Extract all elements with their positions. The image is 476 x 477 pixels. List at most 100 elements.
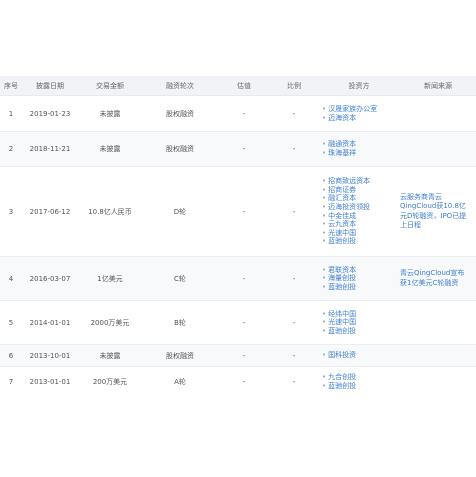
cell-amount: 200万美元 [78, 366, 142, 397]
cell-amount: 未披露 [78, 344, 142, 367]
news-link[interactable]: 青云QingCloud宣布获1亿美元C轮融资 [400, 269, 476, 288]
top-blank-area [0, 0, 476, 76]
investor-item: • 蓝驰创投 [322, 327, 400, 336]
investor-item: • 招商致远资本 [322, 177, 400, 186]
investor-list: • 融通资本 • 珠海基祥 [318, 140, 400, 157]
funding-history-table: 序号 披露日期 交易金额 融资轮次 估值 比例 投资方 新闻来源 1 2019-0… [0, 76, 476, 397]
bottom-blank-area [0, 395, 476, 477]
cell-news [400, 366, 476, 397]
bullet-icon: • [322, 177, 327, 186]
cell-ratio: - [270, 300, 318, 345]
table-row: 1 2019-01-23 未披露 股权融资 - - • 汉晟家族办公室 • 迈海资本 [0, 95, 476, 132]
investor-link[interactable]: 光速中国 [328, 229, 356, 237]
bullet-icon: • [322, 211, 327, 220]
cell-ratio: - [270, 366, 318, 397]
cell-index: 2 [0, 131, 22, 167]
investor-link[interactable]: 蓝驰创投 [328, 382, 356, 390]
news-link[interactable]: 云服务商青云QingCloud获10.8亿元D轮融资，IPO已提上日程 [400, 193, 476, 231]
bullet-icon: • [322, 372, 327, 381]
cell-news: 青云QingCloud宣布获1亿美元C轮融资 [400, 256, 476, 301]
cell-date: 2014-01-01 [22, 300, 78, 345]
cell-news: 云服务商青云QingCloud获10.8亿元D轮融资，IPO已提上日程 [400, 166, 476, 257]
investor-item: • 迈海资本 [322, 114, 400, 123]
investor-link[interactable]: 云九资本 [328, 220, 356, 228]
investor-link[interactable]: 蓝驰创投 [328, 327, 356, 335]
cell-index: 3 [0, 166, 22, 257]
cell-valuation: - [218, 95, 270, 132]
cell-index: 5 [0, 300, 22, 345]
cell-valuation: - [218, 131, 270, 167]
bullet-icon: • [322, 381, 327, 390]
investor-link[interactable]: 融汇资本 [328, 194, 356, 202]
bullet-icon: • [322, 228, 327, 237]
cell-round: 股权融资 [142, 344, 218, 367]
bullet-icon: • [322, 309, 327, 318]
cell-index: 1 [0, 95, 22, 132]
investor-link[interactable]: 光速中国 [328, 318, 356, 326]
investor-link[interactable]: 招商致远资本 [328, 177, 370, 185]
cell-ratio: - [270, 131, 318, 167]
header-index: 序号 [0, 76, 22, 96]
header-date: 披露日期 [22, 76, 78, 96]
cell-ratio: - [270, 95, 318, 132]
header-amount: 交易金额 [78, 76, 142, 96]
cell-investors: • 经纬中国 • 光速中国 • 蓝驰创投 [318, 300, 400, 345]
cell-news [400, 131, 476, 167]
investor-link[interactable]: 招商证券 [328, 186, 356, 194]
cell-round: A轮 [142, 366, 218, 397]
cell-news [400, 95, 476, 132]
header-ratio: 比例 [270, 76, 318, 96]
bullet-icon: • [322, 202, 327, 211]
investor-link[interactable]: 蓝驰创投 [328, 237, 356, 245]
investor-link[interactable]: 迈海资本 [328, 114, 356, 122]
investor-link[interactable]: 经纬中国 [328, 310, 356, 318]
cell-date: 2016-03-07 [22, 256, 78, 301]
investor-item: • 融汇资本 [322, 194, 400, 203]
cell-investors: • 融通资本 • 珠海基祥 [318, 131, 400, 167]
table-row: 3 2017-06-12 10.8亿人民币 D轮 - - • 招商致远资本 • 招商证券 • 融汇资本… [0, 166, 476, 257]
investor-link[interactable]: 蓝驰创投 [328, 283, 356, 291]
investor-item: • 中金佳成 [322, 212, 400, 221]
cell-investors: • 招商致远资本 • 招商证券 • 融汇资本 • 迈海投资领投 • 中金佳成 • 云九资本 • 光速中国 •… [318, 166, 400, 257]
investor-link[interactable]: 融通资本 [328, 140, 356, 148]
cell-amount: 2000万美元 [78, 300, 142, 345]
cell-index: 7 [0, 366, 22, 397]
cell-valuation: - [218, 300, 270, 345]
investor-item: • 经纬中国 [322, 310, 400, 319]
bullet-icon: • [322, 140, 327, 149]
investor-link[interactable]: 珠海基祥 [328, 149, 356, 157]
investor-link[interactable]: 迈海投资领投 [328, 203, 370, 211]
investor-link[interactable]: 国科投资 [328, 351, 356, 359]
investor-link[interactable]: 海量创投 [328, 274, 356, 282]
investor-list: • 君联资本 • 海量创投 • 蓝驰创投 [318, 266, 400, 292]
investor-item: • 国科投资 [322, 351, 400, 360]
bullet-icon: • [322, 104, 327, 113]
bullet-icon: • [322, 113, 327, 122]
bullet-icon: • [322, 274, 327, 283]
bullet-icon: • [322, 282, 327, 291]
cell-index: 4 [0, 256, 22, 301]
table-row: 2 2018-11-21 未披露 股权融资 - - • 融通资本 • 珠海基祥 [0, 131, 476, 167]
bullet-icon: • [322, 220, 327, 229]
investor-link[interactable]: 九合创投 [328, 373, 356, 381]
investor-list: • 招商致远资本 • 招商证券 • 融汇资本 • 迈海投资领投 • 中金佳成 • 云九资本 • 光速中国 •… [318, 177, 400, 246]
table-row: 5 2014-01-01 2000万美元 B轮 - - • 经纬中国 • 光速中国 • 蓝驰创投 [0, 300, 476, 345]
bullet-icon: • [322, 149, 327, 157]
cell-date: 2018-11-21 [22, 131, 78, 167]
investor-list: • 汉晟家族办公室 • 迈海资本 [318, 105, 400, 122]
investor-item: • 蓝驰创投 [322, 283, 400, 292]
investor-link[interactable]: 汉晟家族办公室 [328, 105, 377, 113]
investor-link[interactable]: 中金佳成 [328, 212, 356, 220]
investor-item: • 君联资本 [322, 266, 400, 275]
cell-investors: • 汉晟家族办公室 • 迈海资本 [318, 95, 400, 132]
table-body: 1 2019-01-23 未披露 股权融资 - - • 汉晟家族办公室 • 迈海资本 2 2018-1… [0, 95, 476, 397]
cell-investors: • 君联资本 • 海量创投 • 蓝驰创投 [318, 256, 400, 301]
cell-amount: 未披露 [78, 95, 142, 132]
header-investors: 投资方 [318, 76, 400, 96]
bullet-icon: • [322, 194, 327, 203]
investor-link[interactable]: 君联资本 [328, 266, 356, 274]
cell-round: 股权融资 [142, 95, 218, 132]
cell-date: 2013-10-01 [22, 344, 78, 367]
cell-investors: • 九合创投 • 蓝驰创投 [318, 366, 400, 397]
investor-list: • 国科投资 [318, 351, 400, 360]
